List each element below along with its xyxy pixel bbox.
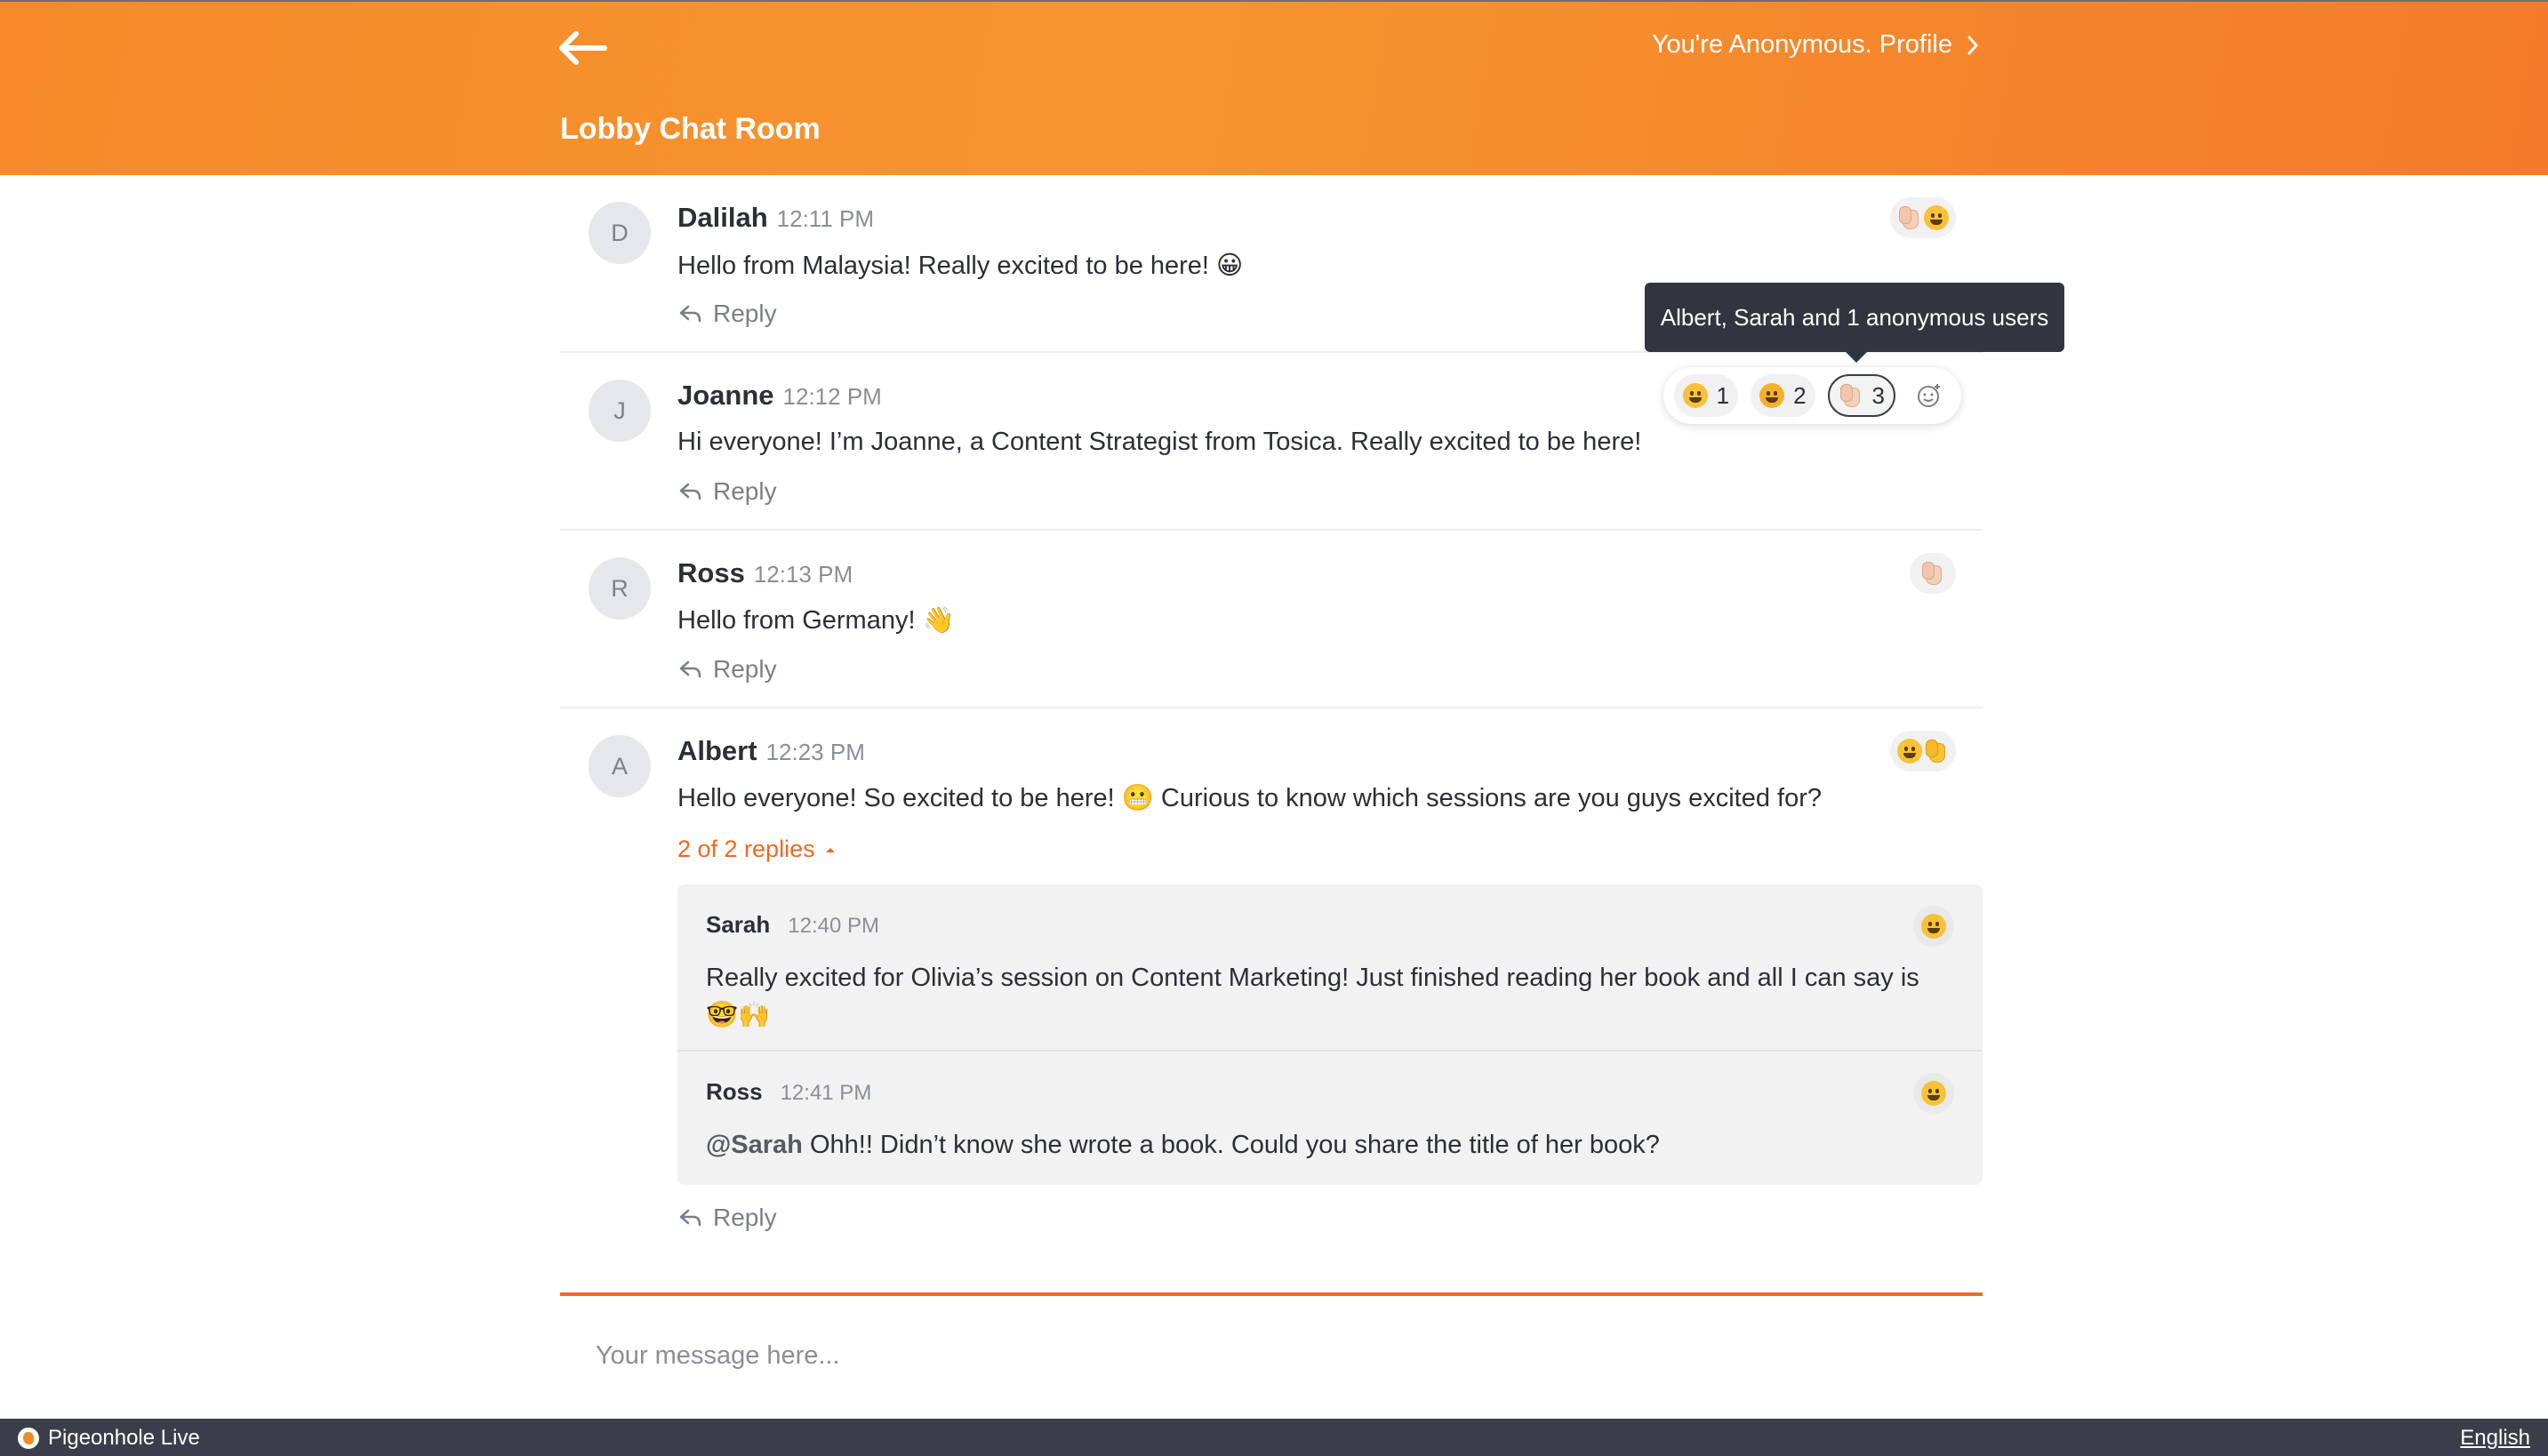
reply-text-body: Ohh!! Didn’t know she wrote a book. Coul… [802,1131,1660,1159]
caret-up-icon [825,847,835,852]
thread-toggle[interactable]: 2 of 2 replies [677,836,837,863]
reply-text: Really excited for Olivia’s session on C… [706,964,1919,1029]
reply-label: Reply [713,655,777,683]
reaction-summary[interactable] [1910,553,1956,594]
message-author: Dalilah [677,202,768,233]
pigeonhole-logo-icon [18,1428,39,1449]
wave-hand-icon [1897,204,1922,231]
reaction-chip-wave[interactable]: 3 [1827,374,1895,417]
reply-arrow-icon [679,483,701,500]
grin-emoji-icon [1682,383,1708,408]
profile-link[interactable]: You're Anonymous. Profile [1652,30,1979,60]
reply-label: Reply [713,1204,777,1231]
message-input[interactable] [560,1298,1983,1413]
grin-emoji-icon [1897,739,1922,764]
avatar: R [589,557,651,620]
message-time: 12:23 PM [765,739,865,765]
language-selector[interactable]: English [2460,1426,2530,1451]
reply-time: 12:40 PM [788,914,879,938]
reply-time: 12:41 PM [780,1081,872,1105]
message-text: Hello everyone! So excited to be here! 😬… [677,784,1822,812]
reply-text: @Sarah Ohh!! Didn’t know she wrote a boo… [706,1126,1951,1164]
message-author: Joanne [677,380,774,411]
thread-reply: Sarah 12:40 PM Really excited for Olivia… [677,884,1983,1052]
reply-arrow-icon [679,305,701,323]
message-item: J Joanne 12:12 PM Hi everyone! I’m Joann… [560,353,1983,531]
reply-arrow-icon [679,660,701,678]
thinking-emoji-icon [1921,1081,1946,1106]
reaction-count: 2 [1793,381,1807,409]
profile-link-label: You're Anonymous. Profile [1651,30,1952,59]
avatar: A [589,735,651,797]
reply-button[interactable]: Reply [677,655,777,684]
reply-label: Reply [713,477,777,505]
composer-divider [560,1292,1983,1296]
reply-arrow-icon [679,1209,701,1227]
wave-hand-icon [1920,560,1945,587]
reply-button[interactable]: Reply [677,300,777,328]
reaction-chip-hug[interactable]: 2 [1751,374,1815,417]
add-reaction-button[interactable] [1908,374,1951,417]
message-text: Hi everyone! I’m Joanne, a Content Strat… [677,428,1642,456]
reply-thread: Sarah 12:40 PM Really excited for Olivia… [677,884,1983,1185]
message-item: R Ross 12:13 PM Hello from Germany! 👋 Re… [560,531,1983,708]
reaction-count: 3 [1871,381,1885,409]
user-mention[interactable]: @Sarah [706,1131,803,1159]
reply-button[interactable]: Reply [677,477,777,506]
message-time: 12:11 PM [776,205,875,232]
avatar: D [589,202,651,264]
message-time: 12:12 PM [782,383,882,410]
reaction-summary[interactable] [1890,731,1956,772]
thread-toggle-label: 2 of 2 replies [677,836,815,862]
reply-button[interactable]: Reply [677,1204,777,1232]
chevron-right-icon [1967,36,1979,54]
reply-label: Reply [713,300,777,327]
hug-emoji-icon [1759,383,1785,408]
back-arrow-icon[interactable] [558,28,608,68]
grin-emoji-icon [1924,205,1949,230]
page-title: Lobby Chat Room [560,112,821,146]
reply-reaction[interactable] [1913,1073,1954,1114]
reaction-chip-grin[interactable]: 1 [1673,374,1739,417]
avatar: J [589,380,651,442]
message-author: Albert [677,735,757,766]
footer-bar: Pigeonhole Live English [0,1419,2548,1456]
smile-emoji-icon [1921,914,1946,939]
reaction-tooltip: Albert, Sarah and 1 anonymous users [1645,283,2064,363]
wave-hand-icon [1839,382,1863,409]
brand[interactable]: Pigeonhole Live [18,1426,200,1451]
message-text: Hello from Germany! 👋 [677,606,955,635]
message-time: 12:13 PM [753,561,853,588]
header-bar: You're Anonymous. Profile Lobby Chat Roo… [0,0,2548,175]
reaction-summary[interactable] [1890,197,1956,238]
reply-reaction[interactable] [1913,906,1954,947]
reply-author: Sarah [706,911,771,938]
add-emoji-icon [1918,384,1940,407]
brand-name: Pigeonhole Live [48,1426,200,1450]
wave-hand-icon [1924,738,1949,764]
reaction-bar: 1 2 3 [1663,367,1961,424]
thread-reply: Ross 12:41 PM @Sarah Ohh!! Didn’t know s… [677,1052,1983,1185]
reply-author: Ross [706,1078,763,1105]
reaction-count: 1 [1716,381,1730,409]
message-text: Hello from Malaysia! Really excited to b… [677,252,1244,280]
message-author: Ross [677,557,745,588]
